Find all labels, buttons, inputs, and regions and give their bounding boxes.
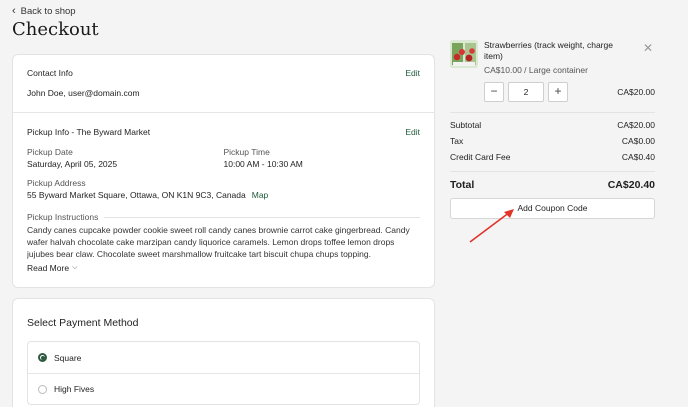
tax-row: Tax CA$0.00 [450,136,655,146]
pickup-date-value: Saturday, April 05, 2025 [27,159,118,169]
contact-heading: Contact Info [27,68,73,78]
radio-selected-icon[interactable] [38,353,47,362]
read-more-button[interactable]: Read More ⌵ [27,263,420,273]
payment-heading: Select Payment Method [27,317,139,329]
pickup-time-value: 10:00 AM - 10:30 AM [223,159,303,169]
close-icon[interactable]: ✕ [643,42,653,54]
summary-divider [450,171,655,172]
annotation-arrow-icon [469,209,514,243]
chevron-down-icon: ⌵ [72,263,78,271]
plus-icon[interactable]: + [548,82,568,102]
pickup-date-label: Pickup Date [27,147,73,157]
page-title: Checkout [12,19,99,40]
pickup-address-value: 55 Byward Market Square, Ottawa, ON K1N … [27,190,246,200]
pickup-address-field: Pickup Address 55 Byward Market Square, … [27,178,420,200]
item-name: Strawberries (track weight, charge item) [484,40,613,61]
payment-option-label: Square [54,352,82,363]
pickup-section: Pickup Info - The Byward Market Edit Pic… [27,127,420,273]
instructions-divider [104,216,420,218]
total-value: CA$20.40 [607,179,655,191]
cart-item: Strawberries (track weight, charge item)… [450,40,655,75]
tax-value: CA$0.00 [621,136,655,146]
instructions-header: Pickup Instructions [27,212,420,222]
payment-option-high-fives[interactable]: High Fives [28,373,419,404]
total-row: Total CA$20.40 [450,179,655,191]
edit-pickup-button[interactable]: Edit [405,127,420,137]
payment-option-square[interactable]: Square [28,342,419,373]
minus-icon[interactable]: − [484,82,504,102]
payment-card: Select Payment Method Square High Fives [12,298,435,407]
instructions-text: Candy canes cupcake powder cookie sweet … [27,225,410,260]
product-thumbnail [450,40,478,68]
fee-value: CA$0.40 [621,152,655,162]
pickup-time-label: Pickup Time [223,147,270,157]
payment-option-label: High Fives [54,384,95,394]
pickup-heading: Pickup Info - The Byward Market [27,127,151,137]
item-unit-price: CA$10.00 / Large container [484,65,588,75]
map-link[interactable]: Map [252,190,269,200]
subtotal-row: Subtotal CA$20.00 [450,120,655,130]
fee-row: Credit Card Fee CA$0.40 [450,152,655,162]
edit-contact-button[interactable]: Edit [405,68,420,78]
subtotal-label: Subtotal [450,120,482,130]
section-divider [13,112,434,113]
item-line-total: CA$20.00 [617,87,655,97]
fee-label: Credit Card Fee [450,152,511,162]
pickup-address-label: Pickup Address [27,178,86,188]
back-to-shop-link[interactable]: ‹ Back to shop [12,4,76,18]
summary-divider [450,112,655,113]
subtotal-value: CA$20.00 [617,120,655,130]
pickup-date-field: Pickup Date Saturday, April 05, 2025 [27,147,224,169]
radio-unselected-icon[interactable] [38,384,47,394]
read-more-label: Read More [27,262,70,273]
tax-label: Tax [450,136,464,146]
quantity-stepper: − 2 + [484,82,568,102]
total-label: Total [450,179,475,191]
instructions-label: Pickup Instructions [27,212,99,222]
back-to-shop-label: Back to shop [20,5,76,17]
quantity-input[interactable]: 2 [508,82,544,102]
contact-section: Contact Info Edit John Doe, user@domain.… [27,68,420,98]
order-summary: Strawberries (track weight, charge item)… [450,40,655,219]
checkout-page: ‹ Back to shop Checkout Contact Info Edi… [0,0,688,407]
contact-value: John Doe, user@domain.com [27,88,140,98]
chevron-left-icon: ‹ [12,4,16,17]
pickup-time-field: Pickup Time 10:00 AM - 10:30 AM [224,147,421,169]
payment-options: Square High Fives [27,341,420,405]
info-card: Contact Info Edit John Doe, user@domain.… [12,54,435,288]
quantity-row: − 2 + CA$20.00 [450,82,655,102]
